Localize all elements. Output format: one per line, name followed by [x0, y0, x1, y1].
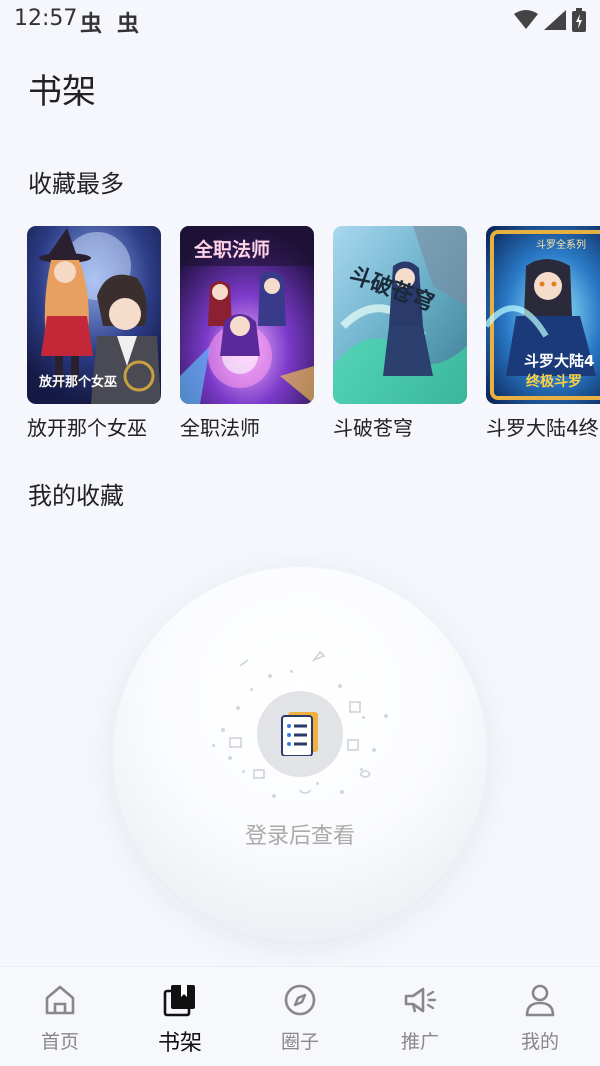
- comic-cover[interactable]: 斗破苍穹: [333, 226, 467, 404]
- comic-title[interactable]: 全职法师: [180, 412, 314, 441]
- bug-notification-icon: 虫: [117, 12, 140, 37]
- bookshelf-icon: [163, 985, 195, 1017]
- most-favorited-carousel[interactable]: 放开那个女巫 放开那个女巫 全职法师 全职法师 斗破苍穹 斗破苍穹 斗罗全系列 …: [27, 226, 600, 446]
- battery-icon: [572, 8, 586, 32]
- nav-tab-bookshelf[interactable]: 书架: [120, 967, 240, 1066]
- comic-title[interactable]: 斗罗大陆4终: [486, 412, 600, 441]
- compass-icon: [284, 984, 316, 1016]
- nav-label: 首页: [40, 1031, 79, 1053]
- cover-art-title: 放开那个女巫: [38, 374, 117, 390]
- status-icons: [514, 8, 586, 32]
- megaphone-icon: [404, 987, 437, 1013]
- comic-cover[interactable]: 全职法师: [180, 226, 314, 404]
- home-icon: [45, 985, 75, 1015]
- nav-label: 圈子: [280, 1031, 319, 1053]
- nav-tab-profile[interactable]: 我的: [480, 967, 600, 1066]
- status-bar: 12:57 虫 虫: [0, 0, 600, 40]
- page-title: 书架: [28, 72, 96, 112]
- bottom-navigation: 首页 书架 圈子 推广 我的: [0, 966, 600, 1066]
- nav-tab-home[interactable]: 首页: [0, 967, 120, 1066]
- comic-card[interactable]: 斗罗全系列 斗罗大陆4 终极斗罗 斗罗大陆4终: [486, 226, 600, 441]
- cover-art-subtitle: 终极斗罗: [526, 373, 582, 390]
- comic-title[interactable]: 斗破苍穹: [333, 412, 467, 441]
- comic-title[interactable]: 放开那个女巫: [27, 412, 161, 441]
- nav-label: 我的: [520, 1031, 559, 1053]
- bug-notification-icon: 虫: [80, 12, 103, 37]
- document-list-icon: [281, 712, 318, 756]
- comic-cover[interactable]: 斗罗全系列 斗罗大陆4 终极斗罗: [486, 226, 600, 404]
- signal-icon: [544, 10, 566, 30]
- comic-card[interactable]: 斗破苍穹 斗破苍穹: [333, 226, 467, 441]
- bookshelf-screen: 12:57 虫 虫 书架 收藏最多 放开那个女巫 放开那个女巫 全职法师 全职法…: [0, 0, 600, 1066]
- section-title-most-favorited: 收藏最多: [28, 170, 124, 198]
- nav-tab-promotion[interactable]: 推广: [360, 967, 480, 1066]
- comic-cover[interactable]: 放开那个女巫: [27, 226, 161, 404]
- login-to-view-text[interactable]: 登录后查看: [0, 818, 600, 850]
- user-icon: [525, 984, 555, 1017]
- status-time: 12:57: [14, 6, 78, 31]
- cover-art-title: 斗罗大陆4: [524, 352, 594, 370]
- cover-art-series: 斗罗全系列: [536, 238, 586, 251]
- nav-label: 书架: [157, 1031, 202, 1056]
- section-title-my-favorites: 我的收藏: [28, 482, 124, 510]
- comic-card[interactable]: 放开那个女巫 放开那个女巫: [27, 226, 161, 441]
- nav-label: 推广: [400, 1031, 439, 1053]
- nav-tab-circle[interactable]: 圈子: [240, 967, 360, 1066]
- wifi-icon: [514, 10, 538, 29]
- cover-art-title: 全职法师: [193, 238, 270, 261]
- comic-card[interactable]: 全职法师 全职法师: [180, 226, 314, 441]
